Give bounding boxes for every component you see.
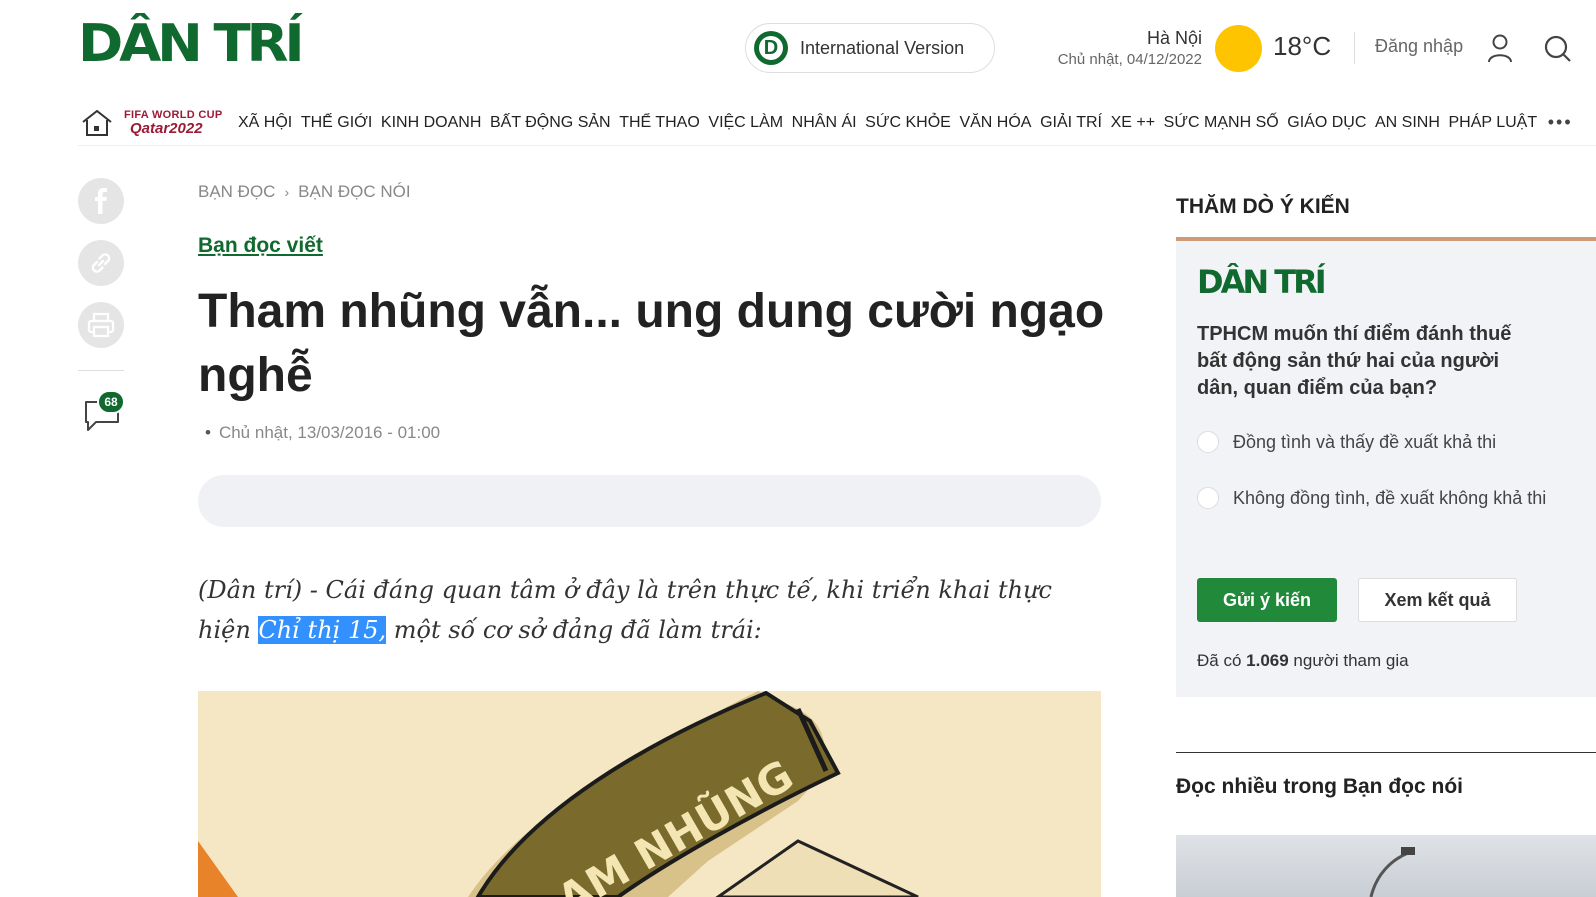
poll-option-label: Đồng tình và thấy đề xuất khả thi — [1233, 432, 1497, 452]
poll-option-disagree[interactable]: Không đồng tình, đề xuất không khả thi — [1197, 484, 1547, 513]
main-nav: FIFA WORLD CUP Qatar2022 XÃ HỘI THẾ GIỚI… — [78, 100, 1596, 146]
intl-logo-icon: D — [754, 31, 788, 65]
nav-item-giao-duc[interactable]: GIÁO DỤC — [1287, 114, 1366, 132]
sidebar-divider — [1176, 752, 1596, 753]
nav-more-button[interactable]: ••• — [1548, 112, 1573, 133]
login-link[interactable]: Đăng nhập — [1375, 36, 1463, 57]
most-read-thumbnail[interactable] — [1176, 835, 1596, 897]
nav-item-bat-dong-san[interactable]: BẤT ĐỘNG SẢN — [490, 114, 611, 132]
nav-item-xe[interactable]: XE ++ — [1111, 114, 1155, 132]
poll-question: TPHCM muốn thí điểm đánh thuế bất động s… — [1197, 323, 1512, 399]
sapo-highlight-link[interactable]: Chỉ thị 15, — [258, 616, 387, 644]
copy-link-button[interactable] — [78, 240, 124, 286]
print-button[interactable] — [78, 302, 124, 348]
nav-item-suc-khoe[interactable]: SỨC KHỎE — [865, 114, 951, 132]
worldcup-link[interactable]: FIFA WORLD CUP Qatar2022 — [124, 108, 232, 137]
breadcrumb: BẠN ĐỌC › BẠN ĐỌC NÓI — [198, 182, 411, 202]
sapo-text-end: một số cơ sở đảng đã làm trái: — [386, 616, 762, 644]
poll-option-agree[interactable]: Đồng tình và thấy đề xuất khả thi — [1197, 428, 1547, 457]
site-logo-text: DÂN TRÍ — [78, 14, 305, 74]
weather-date: Chủ nhật, 04/12/2022 — [1057, 51, 1202, 68]
share-facebook-button[interactable] — [78, 178, 124, 224]
link-icon — [91, 253, 111, 273]
nav-item-an-sinh[interactable]: AN SINH — [1375, 114, 1440, 132]
poll-heading: THĂM DÒ Ý KIẾN — [1176, 195, 1350, 218]
nav-item-the-gioi[interactable]: THẾ GIỚI — [301, 114, 373, 132]
nav-item-kinh-doanh[interactable]: KINH DOANH — [381, 114, 481, 132]
comment-count-badge: 68 — [97, 390, 125, 414]
weather-location: Hà Nội Chủ nhật, 04/12/2022 — [1058, 27, 1202, 71]
street-lamp-image — [1369, 847, 1415, 897]
breadcrumb-chevron-icon: › — [284, 184, 290, 200]
nav-item-giai-tri[interactable]: GIẢI TRÍ — [1040, 114, 1102, 132]
nav-item-van-hoa[interactable]: VĂN HÓA — [959, 114, 1031, 132]
worldcup-label-top: FIFA WORLD CUP — [124, 108, 223, 121]
poll-logo: DÂN TRÍ — [1197, 263, 1327, 301]
print-icon — [87, 312, 115, 338]
weather-city: Hà Nội — [1146, 28, 1202, 48]
nav-item-suc-manh-so[interactable]: SỨC MẠNH SỐ — [1164, 114, 1279, 132]
poll-option-label: Không đồng tình, đề xuất không khả thi — [1233, 488, 1547, 508]
article-title: Tham nhũng vẫn... ung dung cười ngạo ngh… — [198, 285, 1105, 402]
most-read-heading: Đọc nhiều trong Bạn đọc nói — [1176, 775, 1463, 798]
breadcrumb-ban-doc-noi[interactable]: BẠN ĐỌC NÓI — [298, 182, 410, 202]
poll-box: DÂN TRÍ TPHCM muốn thí điểm đánh thuế bấ… — [1176, 237, 1596, 697]
audio-player-bar[interactable] — [198, 475, 1101, 527]
social-divider — [78, 370, 124, 371]
search-icon[interactable] — [1543, 34, 1571, 62]
nav-item-xa-hoi[interactable]: XÃ HỘI — [238, 114, 292, 132]
nav-item-nhan-ai[interactable]: NHÂN ÁI — [792, 114, 857, 132]
article-hero-image: AM NHŨNG — [198, 691, 1101, 897]
poll-vote-button[interactable]: Gửi ý kiến — [1197, 578, 1337, 622]
header-divider — [1354, 32, 1355, 64]
poll-result-button[interactable]: Xem kết quả — [1358, 578, 1517, 622]
poll-count-value: 1.069 — [1246, 651, 1289, 670]
home-icon[interactable] — [80, 108, 114, 138]
article-sapo: (Dân trí) - Cái đáng quan tâm ở đây là t… — [198, 570, 1101, 650]
international-version-button[interactable]: D International Version — [745, 23, 995, 73]
breadcrumb-ban-doc[interactable]: BẠN ĐỌC — [198, 182, 275, 202]
poll-option-radio[interactable] — [1197, 487, 1219, 509]
subcategory-link[interactable]: Bạn đọc viết — [198, 234, 323, 258]
nav-item-viec-lam[interactable]: VIỆC LÀM — [708, 114, 783, 132]
facebook-icon — [95, 188, 107, 214]
temperature: 18°C — [1273, 31, 1332, 61]
site-logo[interactable]: DÂN TRÍ — [78, 18, 305, 70]
user-icon[interactable] — [1487, 33, 1513, 63]
sun-icon — [1215, 25, 1262, 72]
worldcup-label-bottom: Qatar2022 — [130, 119, 203, 137]
nav-item-the-thao[interactable]: THỂ THAO — [619, 114, 700, 132]
corruption-cartoon-image: AM NHŨNG — [198, 691, 1101, 897]
poll-participant-count: Đã có 1.069 người tham gia — [1197, 651, 1409, 670]
poll-option-radio[interactable] — [1197, 431, 1219, 453]
nav-item-phap-luat[interactable]: PHÁP LUẬT — [1449, 114, 1538, 132]
article-date: Chủ nhật, 13/03/2016 - 01:00 — [205, 423, 440, 443]
intl-label: International Version — [800, 37, 965, 58]
